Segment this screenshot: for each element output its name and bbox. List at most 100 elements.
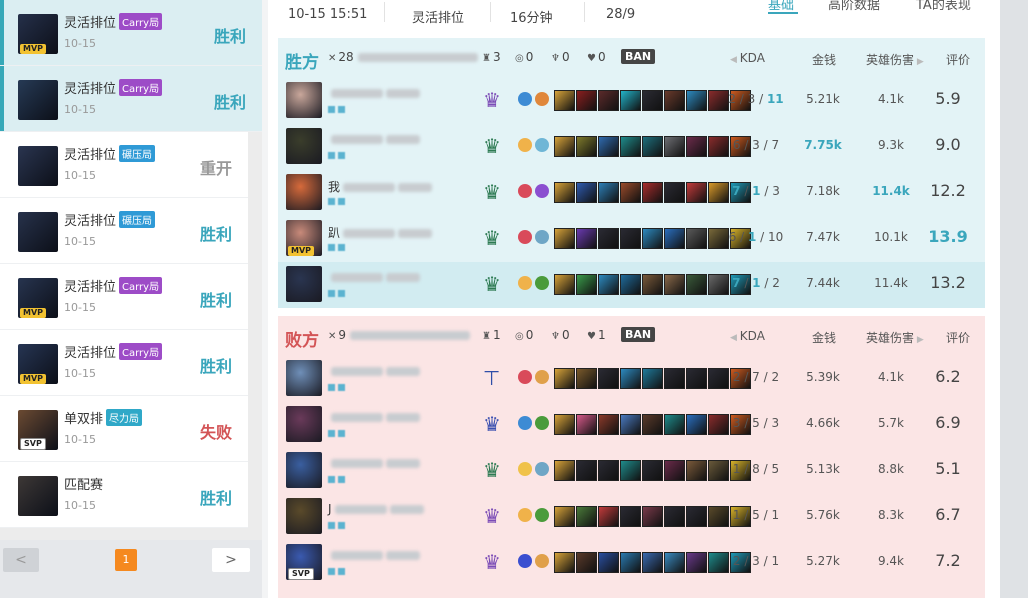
item-icon[interactable] [642, 90, 663, 111]
item-icon[interactable] [620, 90, 641, 111]
item-icon[interactable] [576, 136, 597, 157]
item-icon[interactable] [620, 182, 641, 203]
item-icon[interactable] [576, 90, 597, 111]
item-icon[interactable] [598, 182, 619, 203]
item-icon[interactable] [642, 136, 663, 157]
item-icon[interactable] [664, 368, 685, 389]
item-icon[interactable] [664, 182, 685, 203]
item-icon[interactable] [576, 368, 597, 389]
item-icon[interactable] [554, 460, 575, 481]
player-name[interactable] [328, 548, 420, 562]
item-icon[interactable] [554, 552, 575, 573]
sort-left-icon[interactable]: ◀ [730, 333, 740, 343]
item-icon[interactable] [642, 228, 663, 249]
player-row[interactable]: ♛ 1 / 8 / 5 5.13k 8.8k 5.1 [278, 448, 985, 494]
item-icon[interactable] [554, 136, 575, 157]
match-list-item[interactable]: MVP 灵活排位 Carry局 10-15 胜利 [0, 264, 248, 330]
sort-left-icon[interactable]: ◀ [730, 55, 740, 65]
item-icon[interactable] [554, 182, 575, 203]
item-icon[interactable] [576, 182, 597, 203]
player-name[interactable]: 我 [328, 178, 433, 195]
match-list-item[interactable]: MVP 灵活排位 Carry局 10-15 胜利 [0, 330, 248, 396]
player-champion-avatar[interactable] [286, 452, 322, 488]
player-row[interactable]: ♛ 6 / 3 / 7 7.75k 9.3k 9.0 [278, 124, 985, 170]
item-icon[interactable] [620, 368, 641, 389]
player-champion-avatar[interactable]: SVP [286, 544, 322, 580]
next-page-button[interactable]: > [212, 548, 250, 572]
item-icon[interactable] [620, 136, 641, 157]
player-name[interactable] [328, 364, 420, 378]
match-list-item[interactable]: MVP 灵活排位 Carry局 10-15 胜利 [0, 0, 262, 66]
item-icon[interactable] [642, 460, 663, 481]
item-icon[interactable] [664, 90, 685, 111]
item-icon[interactable] [664, 414, 685, 435]
player-champion-avatar[interactable] [286, 128, 322, 164]
item-icon[interactable] [576, 228, 597, 249]
item-icon[interactable] [598, 460, 619, 481]
tab-performance[interactable]: TA的表现 [916, 0, 971, 13]
player-row[interactable]: SVP ♛ 2 / 3 / 1 5.27k 9.4k 7.2 [278, 540, 985, 586]
item-icon[interactable] [664, 552, 685, 573]
item-icon[interactable] [598, 552, 619, 573]
item-icon[interactable] [620, 552, 641, 573]
item-icon[interactable] [576, 414, 597, 435]
item-icon[interactable] [598, 506, 619, 527]
item-icon[interactable] [554, 274, 575, 295]
player-name[interactable] [328, 270, 420, 284]
item-icon[interactable] [598, 90, 619, 111]
prev-page-button[interactable]: < [3, 548, 39, 572]
item-icon[interactable] [664, 136, 685, 157]
item-icon[interactable] [598, 274, 619, 295]
player-champion-avatar[interactable] [286, 174, 322, 210]
item-icon[interactable] [598, 368, 619, 389]
item-icon[interactable] [554, 368, 575, 389]
player-row[interactable]: ♛ 2 / 3 / 11 5.21k 4.1k 5.9 [278, 78, 985, 124]
match-list-item[interactable]: 灵活排位 Carry局 10-15 胜利 [0, 66, 262, 132]
match-list-item[interactable]: 灵活排位 碾压局 10-15 重开 [0, 132, 248, 198]
item-icon[interactable] [664, 274, 685, 295]
item-icon[interactable] [598, 414, 619, 435]
player-champion-avatar[interactable]: MVP [286, 220, 322, 256]
player-name[interactable] [328, 132, 420, 146]
match-list-item[interactable]: 匹配赛 10-15 胜利 [0, 462, 248, 528]
current-page-button[interactable]: 1 [115, 549, 137, 571]
player-champion-avatar[interactable] [286, 498, 322, 534]
player-champion-avatar[interactable] [286, 266, 322, 302]
sort-right-icon[interactable]: ▶ [914, 57, 924, 67]
player-row[interactable]: J ♛ 1 / 5 / 1 5.76k 8.3k 6.7 [278, 494, 985, 540]
item-icon[interactable] [576, 506, 597, 527]
item-icon[interactable] [598, 136, 619, 157]
item-icon[interactable] [664, 506, 685, 527]
item-icon[interactable] [664, 460, 685, 481]
player-row[interactable]: ⊤ 2 / 7 / 2 5.39k 4.1k 6.2 [278, 356, 985, 402]
player-champion-avatar[interactable] [286, 82, 322, 118]
item-icon[interactable] [554, 90, 575, 111]
player-champion-avatar[interactable] [286, 406, 322, 442]
match-list-item[interactable]: 灵活排位 碾压局 10-15 胜利 [0, 198, 248, 264]
item-icon[interactable] [576, 552, 597, 573]
player-name[interactable]: 趴 [328, 224, 433, 241]
item-icon[interactable] [620, 414, 641, 435]
item-icon[interactable] [642, 274, 663, 295]
item-icon[interactable] [554, 506, 575, 527]
player-name[interactable]: J [328, 502, 424, 516]
item-icon[interactable] [620, 274, 641, 295]
item-icon[interactable] [642, 506, 663, 527]
item-icon[interactable] [576, 274, 597, 295]
item-icon[interactable] [554, 414, 575, 435]
player-name[interactable] [328, 456, 420, 470]
item-icon[interactable] [576, 460, 597, 481]
player-name[interactable] [328, 86, 420, 100]
item-icon[interactable] [620, 228, 641, 249]
player-row[interactable]: ♛ 3 / 5 / 3 4.66k 5.7k 6.9 [278, 402, 985, 448]
player-row[interactable]: ♛ 7 / 1 / 2 7.44k 11.4k 13.2 [278, 262, 985, 308]
player-row[interactable]: MVP 趴 ♛ 6 / 1 / 10 7.47k 10.1k 13.9 [278, 216, 985, 262]
item-icon[interactable] [554, 228, 575, 249]
match-list-item[interactable]: SVP 单双排 尽力局 10-15 失败 [0, 396, 248, 462]
item-icon[interactable] [664, 228, 685, 249]
item-icon[interactable] [620, 506, 641, 527]
player-champion-avatar[interactable] [286, 360, 322, 396]
item-icon[interactable] [620, 460, 641, 481]
sort-right-icon[interactable]: ▶ [914, 335, 924, 345]
item-icon[interactable] [642, 414, 663, 435]
